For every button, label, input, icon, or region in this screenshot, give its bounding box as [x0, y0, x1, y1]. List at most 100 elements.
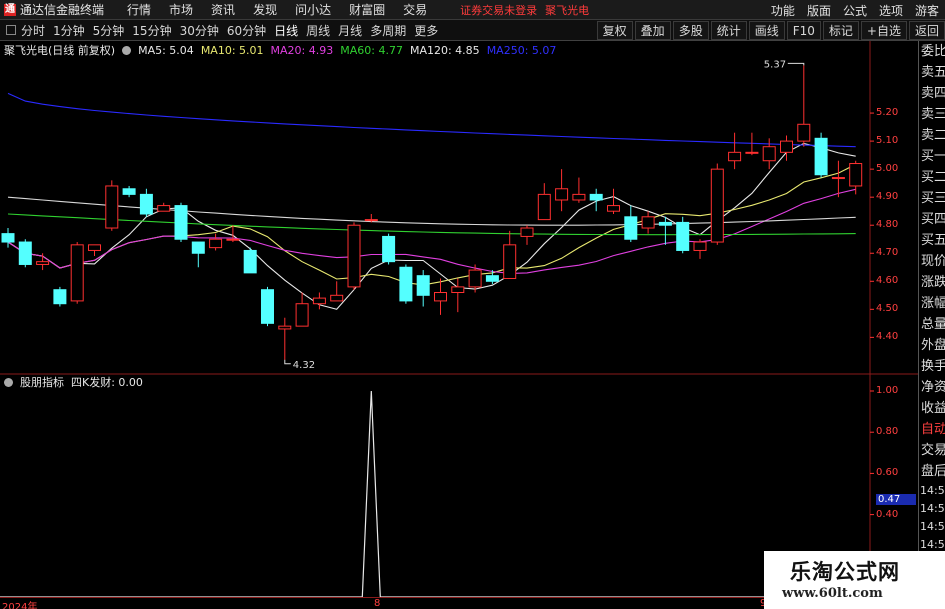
- rp-change-pct[interactable]: 涨幅: [919, 293, 945, 314]
- menu-options[interactable]: 选项: [879, 2, 903, 19]
- candle-body: [295, 303, 309, 327]
- candle-body: [797, 123, 811, 142]
- tool-overlay-button[interactable]: 叠加: [634, 21, 671, 40]
- ma10-label: MA10: 5.01: [200, 43, 264, 57]
- date-axis: 2024年 8 9: [0, 597, 870, 609]
- menu-discover[interactable]: 发现: [253, 1, 277, 18]
- rp-price[interactable]: 现价: [919, 251, 945, 272]
- ma120-label: MA120: 4.85: [409, 43, 480, 57]
- candle-body: [36, 261, 50, 265]
- rp-sell5[interactable]: 卖五: [919, 62, 945, 83]
- candle: [53, 286, 67, 307]
- guest-user[interactable]: 游客: [915, 2, 939, 19]
- candle: [589, 188, 603, 212]
- period-30min[interactable]: 30分钟: [180, 22, 219, 39]
- panel-toggle-icon[interactable]: [6, 25, 16, 35]
- candle: [728, 132, 742, 170]
- period-5min[interactable]: 5分钟: [93, 22, 125, 39]
- tool-adjust-button[interactable]: 复权: [596, 21, 633, 40]
- period-multi[interactable]: 多周期: [370, 22, 406, 39]
- candle: [693, 239, 707, 259]
- candle-body: [520, 227, 534, 237]
- rp-buy2[interactable]: 买二: [919, 167, 945, 188]
- candle-body: [849, 163, 863, 187]
- candle-body: [1, 233, 15, 243]
- indicator-tick-label: 0.40: [876, 508, 899, 520]
- period-60min[interactable]: 60分钟: [227, 22, 266, 39]
- period-1min[interactable]: 1分钟: [53, 22, 85, 39]
- rp-net-asset[interactable]: 净资: [919, 377, 945, 398]
- rp-after-hours[interactable]: 盘后: [919, 461, 945, 482]
- tool-draw-button[interactable]: 画线: [748, 21, 785, 40]
- tool-add-watchlist-button[interactable]: +自选: [860, 21, 907, 40]
- rp-volume[interactable]: 总量: [919, 314, 945, 335]
- candle: [209, 233, 223, 251]
- rp-turnover[interactable]: 换手: [919, 356, 945, 377]
- period-more[interactable]: 更多: [414, 22, 438, 39]
- period-toolbar: 分时 1分钟 5分钟 15分钟 30分钟 60分钟 日线 周线 月线 多周期 更…: [0, 20, 945, 41]
- period-weekly[interactable]: 周线: [306, 22, 330, 39]
- candle: [434, 278, 447, 315]
- tool-multi-stock-button[interactable]: 多股: [672, 21, 709, 40]
- menu-wealth-circle[interactable]: 财富圈: [349, 1, 385, 18]
- indicator-value: 四K发财: 0.00: [71, 376, 143, 389]
- tool-f10-button[interactable]: F10: [786, 21, 821, 40]
- candle: [382, 233, 396, 265]
- candle-body: [555, 188, 569, 201]
- tool-stats-button[interactable]: 统计: [710, 21, 747, 40]
- candle-body: [105, 185, 119, 229]
- candle: [416, 270, 430, 307]
- rp-buy5[interactable]: 买五: [919, 230, 945, 251]
- ma20-line: [7, 188, 856, 274]
- menu-market[interactable]: 市场: [169, 1, 193, 18]
- indicator-settings-icon[interactable]: [4, 377, 13, 387]
- rp-buy3[interactable]: 买三: [919, 188, 945, 209]
- chart-tools: 复权 叠加 多股 统计 画线 F10 标记 +自选 返回: [595, 20, 945, 41]
- period-monthly[interactable]: 月线: [338, 22, 362, 39]
- candle-body: [209, 238, 223, 249]
- rp-sell3[interactable]: 卖三: [919, 104, 945, 125]
- tool-mark-button[interactable]: 标记: [822, 21, 859, 40]
- candle: [710, 163, 724, 245]
- candle-body: [728, 151, 742, 162]
- rp-sell4[interactable]: 卖四: [919, 83, 945, 104]
- candle: [295, 292, 309, 327]
- candle-body: [18, 241, 32, 265]
- menu-market-quotes[interactable]: 行情: [127, 1, 151, 18]
- rp-sell2[interactable]: 卖二: [919, 125, 945, 146]
- rp-earnings[interactable]: 收益: [919, 398, 945, 419]
- quote-side-panel: 委比 卖五 卖四 卖三 卖二 买一 买二 买三 买四 买五 现价 涨跌 涨幅 总…: [918, 41, 945, 609]
- period-15min[interactable]: 15分钟: [132, 22, 171, 39]
- menu-formula[interactable]: 公式: [843, 2, 867, 19]
- rp-time-3: 14:56: [920, 520, 945, 533]
- menu-news[interactable]: 资讯: [211, 1, 235, 18]
- chart-canvas[interactable]: 5.37 4.32: [0, 41, 918, 609]
- menu-functions[interactable]: 功能: [771, 2, 795, 19]
- candle-body: [745, 151, 759, 154]
- rp-trade[interactable]: 交易: [919, 440, 945, 461]
- rp-auto[interactable]: 自动: [919, 419, 945, 440]
- candle-body: [641, 216, 655, 229]
- rp-change[interactable]: 涨跌: [919, 272, 945, 293]
- candle: [555, 169, 569, 212]
- menu-layout[interactable]: 版面: [807, 2, 831, 19]
- candle: [70, 242, 84, 304]
- period-intraday[interactable]: 分时: [21, 22, 45, 39]
- rp-weibi[interactable]: 委比: [919, 41, 945, 62]
- candle: [174, 202, 188, 243]
- candle: [624, 205, 638, 243]
- login-notice[interactable]: 证券交易未登录: [460, 2, 537, 18]
- candle-body: [624, 216, 638, 240]
- price-tick-label: 5.10: [876, 135, 899, 147]
- rp-outer[interactable]: 外盘: [919, 335, 945, 356]
- settings-circle-icon[interactable]: [122, 45, 132, 55]
- candle: [261, 286, 274, 327]
- menu-ask[interactable]: 问小达: [295, 1, 331, 18]
- period-daily[interactable]: 日线: [274, 22, 298, 39]
- candle: [243, 247, 257, 274]
- title-bar: 通 通达信金融终端 行情 市场 资讯 发现 问小达 财富圈 交易 证券交易未登录…: [0, 0, 945, 20]
- rp-buy4[interactable]: 买四: [919, 209, 945, 230]
- menu-trade[interactable]: 交易: [403, 1, 427, 18]
- rp-buy1[interactable]: 买一: [919, 146, 945, 167]
- tool-back-button[interactable]: 返回: [908, 21, 945, 40]
